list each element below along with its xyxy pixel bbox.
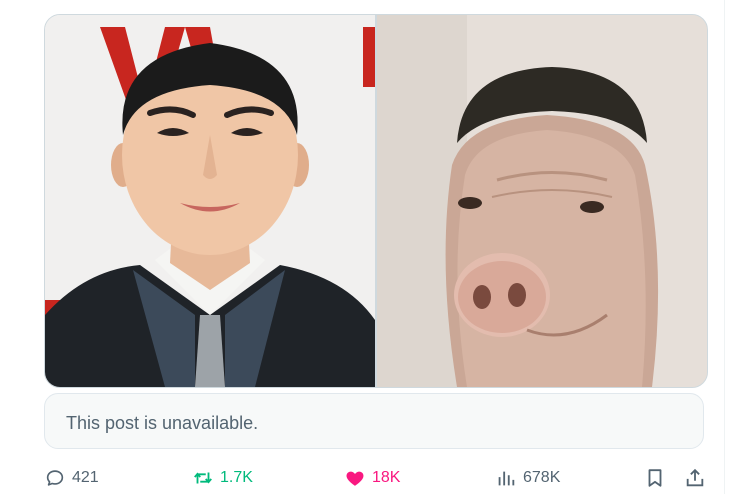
repost-button[interactable]: 1.7K bbox=[192, 462, 253, 494]
view-count: 678K bbox=[523, 469, 561, 486]
media-grid bbox=[44, 14, 708, 388]
media-image-pig[interactable] bbox=[377, 15, 707, 387]
repost-count: 1.7K bbox=[220, 469, 253, 486]
bookmark-icon bbox=[648, 469, 662, 487]
pig-photo bbox=[377, 15, 707, 387]
post-actions-bar: 421 1.7K 18K 678K bbox=[44, 462, 706, 494]
repost-icon bbox=[194, 472, 212, 484]
portrait-photo bbox=[45, 15, 375, 387]
unavailable-text: This post is unavailable. bbox=[66, 413, 259, 433]
timeline-divider bbox=[724, 0, 725, 494]
views-chart-icon bbox=[498, 471, 515, 486]
media-image-portrait[interactable] bbox=[45, 15, 375, 387]
views-button[interactable]: 678K bbox=[495, 462, 560, 494]
bookmark-button[interactable] bbox=[644, 462, 666, 494]
reply-count: 421 bbox=[72, 469, 99, 486]
unavailable-post-notice: This post is unavailable. bbox=[44, 393, 704, 449]
like-count: 18K bbox=[372, 469, 401, 486]
share-icon bbox=[686, 468, 704, 487]
reply-icon bbox=[46, 470, 64, 486]
reply-button[interactable]: 421 bbox=[44, 462, 99, 494]
like-button[interactable]: 18K bbox=[344, 462, 400, 494]
share-button[interactable] bbox=[684, 462, 706, 494]
heart-icon bbox=[346, 471, 364, 486]
